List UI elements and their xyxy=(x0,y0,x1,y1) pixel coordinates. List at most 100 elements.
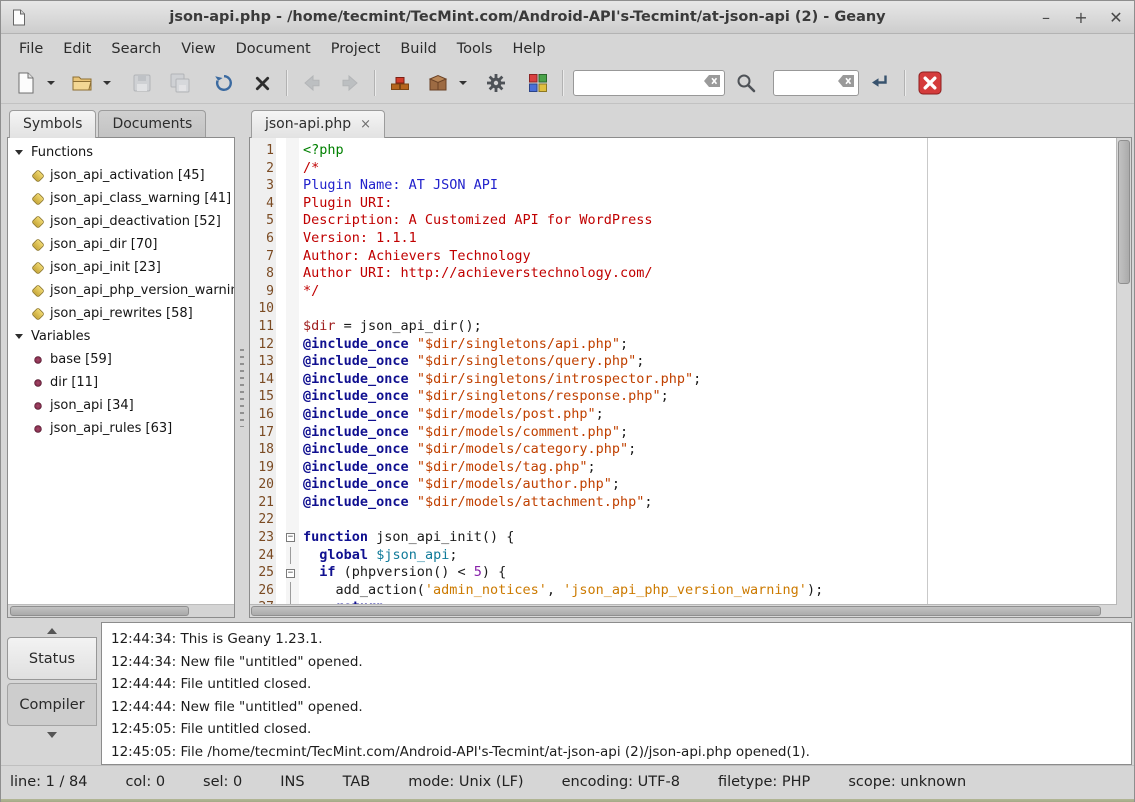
tabs-scroll-down-button[interactable] xyxy=(7,729,97,744)
close-tab-icon[interactable]: × xyxy=(360,117,371,132)
editor-pane: json-api.php× 12345678910111213141516171… xyxy=(249,104,1132,618)
menu-item-help[interactable]: Help xyxy=(503,37,556,61)
save-all-button[interactable] xyxy=(163,67,197,99)
tree-item-json_api_activation[interactable]: json_api_activation [45] xyxy=(8,164,234,187)
code-area[interactable]: <?php/*Plugin Name: AT JSON APIPlugin UR… xyxy=(299,138,1116,617)
editor-horizontal-scrollbar[interactable] xyxy=(250,604,1117,617)
code-line[interactable]: Author URI: http://achieverstechnology.c… xyxy=(303,265,1116,283)
sidebar-horizontal-scrollbar[interactable] xyxy=(8,604,234,617)
code-line[interactable]: /* xyxy=(303,160,1116,178)
code-line[interactable]: @include_once "$dir/models/attachment.ph… xyxy=(303,494,1116,512)
tree-item-functions[interactable]: Functions xyxy=(8,141,234,164)
tab-documents[interactable]: Documents xyxy=(98,110,206,137)
tree-item-dir[interactable]: dir [11] xyxy=(8,371,234,394)
menu-item-project[interactable]: Project xyxy=(321,37,391,61)
code-line[interactable]: $dir = json_api_dir(); xyxy=(303,318,1116,336)
scrollbar-thumb[interactable] xyxy=(251,606,1101,616)
fold-toggle-icon[interactable]: − xyxy=(284,529,297,547)
expander-icon[interactable] xyxy=(15,150,23,159)
build-dropdown[interactable] xyxy=(455,67,471,99)
line-number: 24 xyxy=(250,547,274,565)
goto-line-button[interactable] xyxy=(863,67,897,99)
tree-item-json_api_class_warning[interactable]: json_api_class_warning [41] xyxy=(8,187,234,210)
code-line[interactable]: @include_once "$dir/models/author.php"; xyxy=(303,476,1116,494)
code-line[interactable] xyxy=(303,300,1116,318)
code-line[interactable]: function json_api_init() { xyxy=(303,529,1116,547)
tree-item-json_api_rewrites[interactable]: json_api_rewrites [58] xyxy=(8,302,234,325)
code-line[interactable]: <?php xyxy=(303,142,1116,160)
tree-item-json_api_rules[interactable]: json_api_rules [63] xyxy=(8,417,234,440)
tabs-scroll-up-button[interactable] xyxy=(7,622,97,637)
code-line[interactable]: @include_once "$dir/models/tag.php"; xyxy=(303,459,1116,477)
tree-item-json_api[interactable]: json_api [34] xyxy=(8,394,234,417)
code-line[interactable]: */ xyxy=(303,283,1116,301)
save-button[interactable] xyxy=(125,67,159,99)
code-line[interactable]: @include_once "$dir/singletons/api.php"; xyxy=(303,336,1116,354)
code-line[interactable]: @include_once "$dir/models/post.php"; xyxy=(303,406,1116,424)
code-line[interactable]: Description: A Customized API for WordPr… xyxy=(303,212,1116,230)
tree-item-json_api_deactivation[interactable]: json_api_deactivation [52] xyxy=(8,210,234,233)
code-line[interactable]: @include_once "$dir/singletons/response.… xyxy=(303,388,1116,406)
navigate-back-button[interactable] xyxy=(295,67,329,99)
open-file-button[interactable] xyxy=(65,67,99,99)
find-button[interactable] xyxy=(729,67,763,99)
search-input[interactable] xyxy=(580,76,704,91)
code-line[interactable] xyxy=(303,511,1116,529)
goto-line-field[interactable] xyxy=(773,70,859,96)
tab-json-api-php[interactable]: json-api.php× xyxy=(251,110,385,138)
code-editor[interactable]: 1234567891011121314151617181920212223−24… xyxy=(249,137,1132,618)
code-line[interactable]: Plugin Name: AT JSON API xyxy=(303,177,1116,195)
code-line[interactable]: if (phpversion() < 5) { xyxy=(303,564,1116,582)
menu-item-file[interactable]: File xyxy=(9,37,53,61)
goto-line-input[interactable] xyxy=(780,76,838,91)
tree-item-json_api_dir[interactable]: json_api_dir [70] xyxy=(8,233,234,256)
tab-compiler[interactable]: Compiler xyxy=(7,683,97,726)
code-line[interactable]: Version: 1.1.1 xyxy=(303,230,1116,248)
menu-item-search[interactable]: Search xyxy=(101,37,171,61)
message-panel-tabs: Status Compiler xyxy=(7,622,101,765)
window-menu-icon[interactable] xyxy=(11,9,27,30)
revert-button[interactable] xyxy=(207,67,241,99)
maximize-button[interactable]: + xyxy=(1071,8,1091,27)
close-window-button[interactable]: ✕ xyxy=(1106,8,1126,27)
clear-goto-icon[interactable] xyxy=(838,75,854,91)
tree-item-base[interactable]: base [59] xyxy=(8,348,234,371)
quit-button[interactable] xyxy=(913,67,947,99)
code-line[interactable]: @include_once "$dir/singletons/query.php… xyxy=(303,353,1116,371)
menu-item-build[interactable]: Build xyxy=(390,37,446,61)
scrollbar-thumb[interactable] xyxy=(1118,140,1130,284)
new-file-dropdown[interactable] xyxy=(43,67,59,99)
new-file-button[interactable] xyxy=(9,67,43,99)
menu-item-edit[interactable]: Edit xyxy=(53,37,101,61)
close-document-button[interactable] xyxy=(245,67,279,99)
tree-item-json_api_php_version_warnin[interactable]: json_api_php_version_warnin xyxy=(8,279,234,302)
scrollbar-thumb[interactable] xyxy=(10,606,189,616)
navigate-forward-button[interactable] xyxy=(333,67,367,99)
menu-item-view[interactable]: View xyxy=(171,37,225,61)
run-button[interactable] xyxy=(479,67,513,99)
tree-item-variables[interactable]: Variables xyxy=(8,325,234,348)
code-line[interactable]: Plugin URI: xyxy=(303,195,1116,213)
code-line[interactable]: @include_once "$dir/singletons/introspec… xyxy=(303,371,1116,389)
code-line[interactable]: global $json_api; xyxy=(303,547,1116,565)
open-file-dropdown[interactable] xyxy=(99,67,115,99)
tree-item-json_api_init[interactable]: json_api_init [23] xyxy=(8,256,234,279)
compile-button[interactable] xyxy=(383,67,417,99)
pane-splitter[interactable] xyxy=(235,104,249,618)
editor-vertical-scrollbar[interactable] xyxy=(1116,138,1131,617)
menu-item-document[interactable]: Document xyxy=(226,37,321,61)
expander-icon[interactable] xyxy=(15,334,23,343)
code-line[interactable]: Author: Achievers Technology xyxy=(303,248,1116,266)
build-button[interactable] xyxy=(421,67,455,99)
menu-item-tools[interactable]: Tools xyxy=(447,37,503,61)
code-line[interactable]: add_action('admin_notices', 'json_api_ph… xyxy=(303,582,1116,600)
color-chooser-button[interactable] xyxy=(521,67,555,99)
minimize-button[interactable]: – xyxy=(1036,8,1056,27)
search-field[interactable] xyxy=(573,70,725,96)
clear-search-icon[interactable] xyxy=(704,75,720,91)
code-line[interactable]: @include_once "$dir/models/comment.php"; xyxy=(303,424,1116,442)
fold-toggle-icon[interactable]: − xyxy=(284,564,297,582)
tab-status[interactable]: Status xyxy=(7,637,97,680)
tab-symbols[interactable]: Symbols xyxy=(9,110,96,138)
code-line[interactable]: @include_once "$dir/models/category.php"… xyxy=(303,441,1116,459)
